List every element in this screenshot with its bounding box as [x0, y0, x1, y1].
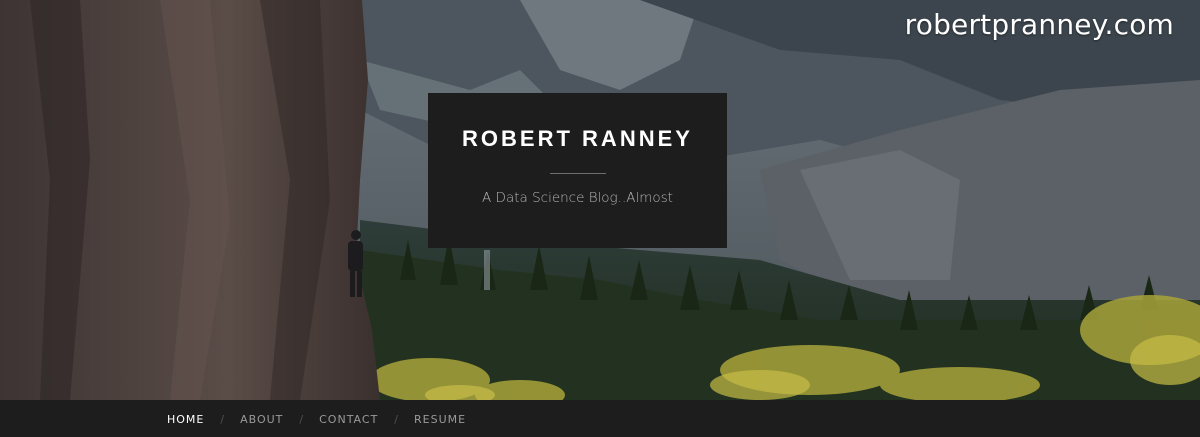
nav-item-contact[interactable]: CONTACT	[319, 413, 378, 426]
nav-separator: /	[299, 412, 304, 426]
site-title-box: ROBERT RANNEY A Data Science Blog..Almos…	[428, 93, 727, 248]
nav-item-resume[interactable]: RESUME	[414, 413, 466, 426]
nav-item-about[interactable]: ABOUT	[240, 413, 283, 426]
nav-separator: /	[394, 412, 399, 426]
nav-item-home[interactable]: HOME	[167, 413, 204, 426]
page: robertpranney.com ROBERT RANNEY A Data S…	[0, 0, 1200, 437]
title-divider	[549, 173, 606, 174]
site-watermark: robertpranney.com	[904, 8, 1174, 41]
header-background-image: robertpranney.com ROBERT RANNEY A Data S…	[0, 0, 1200, 400]
nav-separator: /	[220, 412, 225, 426]
main-navigation: HOME / ABOUT / CONTACT / RESUME	[0, 400, 1200, 437]
nav-menu: HOME / ABOUT / CONTACT / RESUME	[167, 400, 466, 437]
site-title[interactable]: ROBERT RANNEY	[428, 93, 727, 152]
site-tagline: A Data Science Blog..Almost	[482, 190, 673, 206]
